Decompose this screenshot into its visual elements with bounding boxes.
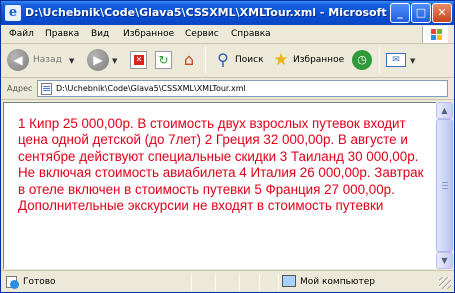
tour-list-text: 1 Кипр 25 000,00р. В стоимость двух взро… [18,116,424,214]
stop-icon: ✕ [130,51,147,69]
status-divider [259,274,260,290]
grip-line [442,188,448,189]
menu-help[interactable]: Справка [231,29,271,39]
refresh-button[interactable]: ↻ [153,49,175,73]
minimize-button[interactable]: _ [390,3,410,23]
history-button[interactable]: ◷ [351,49,373,73]
home-button[interactable]: ⌂ [178,49,200,73]
windows-logo-icon [422,26,448,43]
forward-icon: ▶ [87,49,109,71]
home-icon: ⌂ [183,50,195,69]
back-button[interactable]: ◀ Назад ▼ [7,49,77,73]
address-input[interactable]: D:\Uchebnik\Code\Glava5\CSSXML\XMLTour.x… [37,80,448,97]
menu-file[interactable]: Файл [9,29,34,39]
chevron-down-icon: ▼ [69,57,75,65]
status-divider [278,274,279,290]
menu-edit[interactable]: Правка [45,29,79,39]
stop-button[interactable]: ✕ [128,49,150,73]
forward-button[interactable]: ▶ ▼ [87,49,119,73]
security-zone-text: Мой компьютер [300,277,375,287]
search-button[interactable]: ⚲ Поиск [211,49,265,73]
chevron-down-icon: ▼ [410,57,416,65]
refresh-icon: ↻ [155,51,172,69]
maximize-icon: □ [415,6,427,19]
menu-bar: Файл Правка Вид Избранное Сервис Справка [1,25,454,44]
menu-tools[interactable]: Сервис [185,29,219,39]
toolbar-separator [205,47,206,73]
toolbar-separator [379,47,380,73]
close-icon: ✕ [437,6,447,19]
chevron-down-icon: ▼ [112,57,118,65]
toolbar: ◀ Назад ▼ ▶ ▼ ✕ ↻ ⌂ ⚲ Поиск ★ Избранное [1,44,454,78]
menu-favorites[interactable]: Избранное [123,29,174,39]
back-label: Назад [33,55,62,65]
status-divider [239,274,240,290]
minimize-icon: _ [397,6,403,19]
status-divider [191,274,192,290]
page-icon [41,83,52,95]
page-content: 1 Кипр 25 000,00р. В стоимость двух взро… [3,102,436,269]
menu-view[interactable]: Вид [91,29,109,39]
scroll-up-button[interactable]: ▲ [436,102,453,119]
ie-logo-icon: e [5,5,21,21]
favorites-button[interactable]: ★ Избранное [269,49,345,73]
vertical-scrollbar[interactable]: ▲ ▼ [436,102,453,269]
address-bar: Адрес D:\Uchebnik\Code\Glava5\CSSXML\XML… [1,78,454,100]
search-icon: ⚲ [217,50,229,69]
status-bar: Готово Мой компьютер [1,270,454,292]
address-label: Адрес [7,84,33,93]
scroll-down-button[interactable]: ▼ [436,252,453,269]
history-icon: ◷ [352,50,372,70]
favorites-icon: ★ [273,50,289,70]
chevron-up-icon: ▲ [441,106,448,115]
browser-window: e D:\Uchebnik\Code\Glava5\CSSXML\XMLTour… [0,0,455,293]
search-label: Поиск [235,55,264,65]
back-icon: ◀ [7,49,29,71]
close-button[interactable]: ✕ [432,3,452,23]
mail-icon: ✉ [386,53,406,67]
resize-grip[interactable] [439,277,451,289]
favorites-label: Избранное [293,55,345,65]
chevron-down-icon: ▼ [441,256,448,265]
status-text: Готово [23,277,56,287]
page-done-icon [5,275,19,289]
address-value: D:\Uchebnik\Code\Glava5\CSSXML\XMLTour.x… [56,84,246,93]
mail-button[interactable]: ✉ ▼ [385,49,419,73]
window-title: D:\Uchebnik\Code\Glava5\CSSXML\XMLTour.x… [25,6,387,19]
title-bar[interactable]: e D:\Uchebnik\Code\Glava5\CSSXML\XMLTour… [1,1,454,25]
status-divider [215,274,216,290]
grip-line [442,185,448,186]
maximize-button[interactable]: □ [411,3,431,23]
my-computer-icon [282,275,296,287]
grip-line [442,182,448,183]
scroll-thumb[interactable] [436,119,453,252]
